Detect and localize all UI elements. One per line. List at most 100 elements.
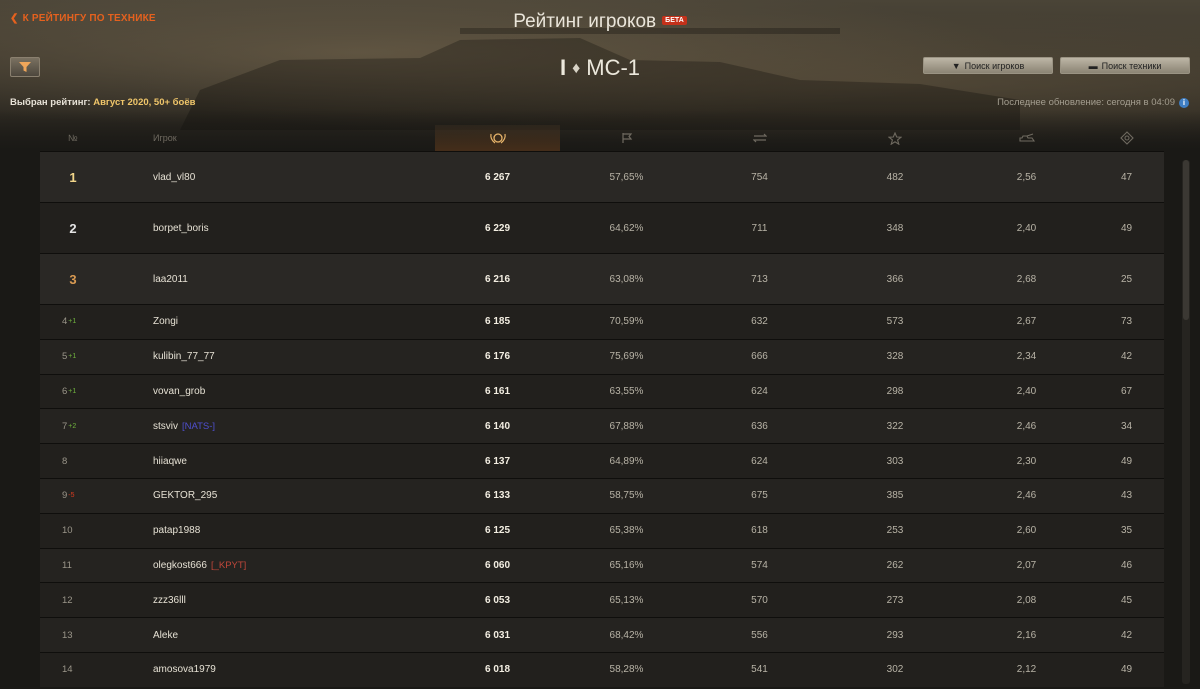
column-header-player[interactable]: Игрок — [153, 125, 177, 151]
table-row[interactable]: 10 patap1988 6 125 65,38% 618 253 2,60 35 — [40, 512, 1164, 548]
table-row[interactable]: 4 +1 Zongi 6 185 70,59% 632 573 2,67 73 — [40, 304, 1164, 339]
player-cell[interactable]: kulibin_77_77 — [153, 340, 215, 374]
search-players-label: Поиск игроков — [964, 60, 1025, 71]
table-row[interactable]: 6 +1 vovan_grob 6 161 63,55% 624 298 2,40 67 — [40, 373, 1164, 409]
player-cell[interactable]: borpet_boris — [153, 203, 209, 253]
score-cell: 6 267 — [484, 171, 511, 183]
kills-cell: 34 — [1120, 420, 1133, 432]
rank-change: +1 — [68, 353, 77, 361]
scrollbar-thumb[interactable] — [1183, 160, 1189, 320]
column-header-damage[interactable] — [964, 125, 1089, 151]
player-cell[interactable]: GEKTOR_295 — [153, 479, 217, 513]
winrate-cell: 63,08% — [609, 273, 644, 285]
search-players-button[interactable]: ▼ Поиск игроков — [923, 57, 1053, 74]
rank-number: 14 — [62, 664, 73, 676]
rank-cell: 14 — [62, 653, 112, 687]
rank-change: +1 — [68, 387, 77, 395]
table-row[interactable]: 5 +1 kulibin_77_77 6 176 75,69% 666 328 2,34 42 — [40, 338, 1164, 374]
experience-cell: 482 — [886, 171, 904, 183]
score-cell: 6 031 — [484, 629, 511, 641]
table-row[interactable]: 7 +2 stsviv [NATS-] 6 140 67,88% 636 322 2,46 34 — [40, 408, 1164, 444]
experience-cell: 298 — [886, 385, 904, 397]
experience-cell: 322 — [886, 420, 904, 432]
column-header-winrate[interactable] — [560, 125, 693, 151]
battles-cell: 713 — [751, 273, 768, 285]
clan-tag[interactable]: [NATS-] — [182, 421, 215, 432]
table-row[interactable]: 8 hiiaqwe 6 137 64,89% 624 303 2,30 49 — [40, 443, 1164, 478]
player-name[interactable]: GEKTOR_295 — [153, 490, 217, 501]
table-row[interactable]: 13 Aleke 6 031 68,42% 556 293 2,16 42 — [40, 617, 1164, 652]
player-name[interactable]: zzz36lll — [153, 595, 186, 606]
player-name[interactable]: patap1988 — [153, 525, 200, 536]
player-cell[interactable]: laa2011 — [153, 254, 188, 304]
star-icon — [888, 131, 902, 145]
beta-badge: БЕТА — [662, 16, 687, 25]
player-name[interactable]: Zongi — [153, 316, 178, 327]
rank-number: 7 — [62, 420, 68, 432]
battles-cell: 624 — [751, 455, 768, 467]
experience-cell: 273 — [886, 594, 904, 606]
column-header-kills[interactable] — [1089, 125, 1164, 151]
kills-cell: 73 — [1120, 316, 1133, 328]
rank-cell: 13 — [62, 618, 112, 652]
search-vehicles-button[interactable]: ▬ Поиск техники — [1060, 57, 1190, 74]
damage-cell: 2,16 — [1016, 629, 1037, 641]
player-cell[interactable]: Zongi — [153, 305, 178, 339]
experience-cell: 302 — [886, 664, 904, 676]
vehicle-name: МС-1 — [586, 55, 641, 80]
experience-cell: 573 — [886, 316, 904, 328]
flag-icon — [621, 133, 632, 143]
rank-change: +1 — [68, 318, 77, 326]
rank-number: 5 — [62, 351, 68, 363]
player-cell[interactable]: zzz36lll — [153, 583, 186, 617]
table-row[interactable]: 9 -5 GEKTOR_295 6 133 58,75% 675 385 2,46 43 — [40, 477, 1164, 513]
player-cell[interactable]: patap1988 — [153, 514, 200, 548]
table-row[interactable]: 14 amosova1979 6 018 58,28% 541 302 2,12 49 — [40, 651, 1164, 687]
player-name[interactable]: Aleke — [153, 630, 178, 641]
table-row[interactable]: 3 laa2011 6 216 63,08% 713 366 2,68 25 — [40, 253, 1164, 304]
table-row[interactable]: 11 olegkost666 [_KPYT] 6 060 65,16% 574 262 2,0… — [40, 547, 1164, 583]
player-name[interactable]: olegkost666 — [153, 560, 207, 571]
player-name[interactable]: stsviv — [153, 421, 178, 432]
player-name[interactable]: laa2011 — [153, 274, 188, 285]
winrate-cell: 65,16% — [609, 559, 644, 571]
player-name[interactable]: amosova1979 — [153, 664, 216, 675]
bronze-medal-icon: 3 — [69, 271, 77, 287]
tank-icon: ▬ — [1088, 60, 1098, 71]
score-cell: 6 176 — [484, 351, 511, 363]
player-cell[interactable]: vovan_grob — [153, 375, 205, 409]
player-cell[interactable]: olegkost666 [_KPYT] — [153, 549, 246, 583]
player-cell[interactable]: Aleke — [153, 618, 178, 652]
score-cell: 6 185 — [484, 316, 511, 328]
column-header-battles[interactable] — [693, 125, 826, 151]
player-name[interactable]: borpet_boris — [153, 223, 209, 234]
experience-cell: 262 — [886, 559, 904, 571]
player-cell[interactable]: vlad_vl80 — [153, 152, 195, 202]
player-cell[interactable]: stsviv [NATS-] — [153, 409, 215, 443]
player-name[interactable]: vovan_grob — [153, 386, 205, 397]
battles-cell: 556 — [751, 629, 768, 641]
player-name[interactable]: vlad_vl80 — [153, 172, 195, 183]
clan-tag[interactable]: [_KPYT] — [211, 560, 246, 571]
score-cell: 6 137 — [484, 455, 511, 467]
column-header-exp[interactable] — [826, 125, 964, 151]
column-header-score[interactable] — [435, 125, 560, 152]
scrollbar[interactable] — [1182, 160, 1190, 684]
winrate-cell: 57,65% — [609, 171, 644, 183]
column-header-rank[interactable]: № — [68, 125, 78, 151]
experience-cell: 348 — [886, 222, 904, 234]
rank-number: 8 — [62, 455, 68, 467]
person-icon: ▼ — [951, 60, 961, 71]
player-name[interactable]: kulibin_77_77 — [153, 351, 215, 362]
selected-rating-value[interactable]: Август 2020, 50+ боёв — [93, 97, 195, 108]
info-icon[interactable]: i — [1179, 98, 1189, 108]
table-row[interactable]: 12 zzz36lll 6 053 65,13% 570 273 2,08 45 — [40, 582, 1164, 618]
player-name[interactable]: hiiaqwe — [153, 456, 187, 467]
rank-cell: 6 +1 — [62, 375, 112, 409]
player-cell[interactable]: amosova1979 — [153, 653, 216, 687]
winrate-cell: 68,42% — [609, 629, 644, 641]
table-row[interactable]: 1 vlad_vl80 6 267 57,65% 754 482 2,56 47 — [40, 151, 1164, 202]
player-cell[interactable]: hiiaqwe — [153, 444, 187, 478]
table-row[interactable]: 2 borpet_boris 6 229 64,62% 711 348 2,40 49 — [40, 202, 1164, 253]
search-vehicles-label: Поиск техники — [1101, 60, 1162, 71]
